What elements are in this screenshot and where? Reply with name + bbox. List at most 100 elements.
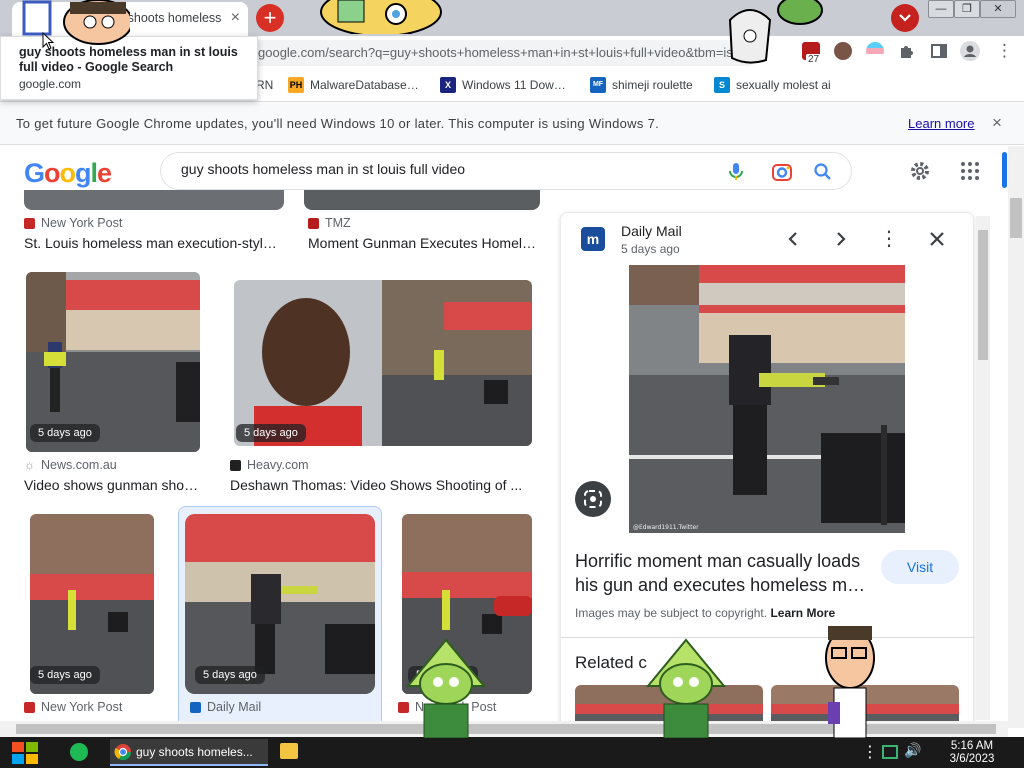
tab-close-icon[interactable]: × (231, 9, 240, 27)
result-caption[interactable]: Video shows gunman sho… (24, 477, 202, 493)
preview-title[interactable]: Horrific moment man casually loads his g… (575, 549, 875, 597)
dailymail-favicon-icon (190, 701, 201, 713)
cartoon-character-sticker[interactable] (318, 0, 444, 34)
close-preview-button[interactable] (925, 227, 949, 251)
tray-overflow-icon[interactable]: ⋮ (862, 742, 878, 762)
network-icon[interactable] (882, 745, 898, 759)
spotify-taskbar-icon[interactable] (70, 743, 88, 761)
bookmark-mf-icon: MF (590, 77, 606, 93)
chrome-logo-icon (114, 744, 132, 761)
result-date-badge: 5 days ago (236, 424, 306, 442)
bookmark-shimeji-roulette[interactable]: MF shimeji roulette (590, 76, 693, 94)
result-source[interactable]: New York Post (24, 216, 122, 230)
result-source[interactable]: New York Post (24, 700, 122, 714)
taskbar-chrome-label: guy shoots homeles... (136, 745, 253, 759)
google-search-input[interactable] (181, 161, 721, 177)
mouse-cursor-icon (42, 32, 54, 50)
profile-avatar-icon[interactable] (960, 41, 980, 61)
page-scrollbar-thumb[interactable] (1010, 198, 1022, 238)
cartoon-hank-sticker[interactable] (822, 622, 878, 738)
chevron-down-icon (899, 14, 911, 22)
bookmark-x-icon: X (440, 77, 456, 93)
image-preview-panel: m Daily Mail 5 days ago ⋮ @Edward1911.Tw… (560, 212, 975, 733)
infobar-learn-more-link[interactable]: Learn more (908, 116, 974, 131)
tmz-favicon-icon (308, 217, 319, 229)
result-thumbnail[interactable] (304, 190, 540, 210)
preview-image[interactable]: @Edward1911.Twitter (629, 265, 905, 533)
result-source[interactable]: Heavy.com (230, 458, 309, 472)
windows-taskbar: guy shoots homeles... ⋮ 🔊 5:16 AM 3/6/20… (0, 737, 1024, 768)
clock-time: 5:16 AM (950, 740, 994, 752)
bookmark-malwaredatabase[interactable]: PH MalwareDatabase… (288, 76, 419, 94)
divider (561, 637, 975, 638)
result-date-badge: 5 days ago (30, 424, 100, 442)
copyright-notice: Images may be subject to copyright. Lear… (575, 606, 836, 620)
chrome-menu-icon[interactable]: ⋮ (996, 41, 1013, 61)
new-tab-button[interactable]: + (256, 4, 284, 32)
settings-gear-icon[interactable] (909, 160, 931, 182)
preview-source[interactable]: Daily Mail (621, 223, 682, 239)
bookmark-molest-ai[interactable]: S sexually molest ai (714, 76, 831, 94)
related-heading: Related c (575, 653, 647, 672)
taskbar-clock[interactable]: 5:16 AM 3/6/2023 (942, 740, 1002, 766)
nypost-favicon-icon (24, 701, 35, 713)
account-indicator[interactable] (1002, 152, 1007, 188)
lens-visual-search-button[interactable] (575, 481, 611, 517)
bookmark-ph-icon: PH (288, 77, 304, 93)
result-source[interactable]: ☼ News.com.au (24, 458, 117, 472)
dailymail-logo-icon: m (581, 227, 605, 251)
copyright-learn-more-link[interactable]: Learn More (770, 606, 835, 620)
result-thumbnail[interactable] (24, 190, 284, 210)
preview-scrollbar[interactable] (976, 216, 990, 720)
side-panel-icon[interactable] (930, 42, 948, 60)
search-icon[interactable] (813, 162, 833, 182)
google-logo-letter: e (97, 158, 112, 188)
result-thumbnail-mugshot-composite[interactable] (234, 280, 532, 446)
update-infobar: To get future Google Chrome updates, you… (0, 103, 1024, 145)
extension-flag-icon[interactable] (866, 42, 884, 60)
extension-avatar-icon[interactable] (834, 42, 852, 60)
result-source[interactable]: TMZ (308, 216, 351, 230)
maximize-button[interactable]: ❐ (954, 0, 980, 18)
google-logo[interactable]: Google (24, 158, 112, 189)
taskbar-chrome-window[interactable]: guy shoots homeles... (110, 739, 268, 766)
google-logo-letter: g (75, 158, 91, 188)
browser-titlebar: guy shoots homeless man in st louis full… (0, 0, 1024, 36)
close-icon (930, 232, 944, 246)
result-caption[interactable]: St. Louis homeless man execution-styl… (24, 235, 282, 251)
previous-image-button[interactable] (781, 227, 805, 251)
extensions-puzzle-icon[interactable] (898, 42, 916, 60)
nypost-favicon-icon (24, 217, 35, 229)
clock-date: 3/6/2023 (949, 753, 995, 765)
result-date-badge: 5 days ago (30, 666, 100, 684)
minimize-button[interactable]: — (928, 0, 954, 18)
result-caption[interactable]: Moment Gunman Executes Homel… (308, 235, 538, 251)
newscomau-favicon-icon: ☼ (24, 458, 35, 472)
volume-icon[interactable]: 🔊 (904, 742, 921, 759)
tab-search-button[interactable] (891, 4, 919, 32)
next-image-button[interactable] (829, 227, 853, 251)
visit-button[interactable]: Visit (881, 550, 959, 584)
lens-search-icon[interactable] (771, 162, 793, 182)
infobar-close-icon[interactable]: × (992, 113, 1002, 133)
result-source[interactable]: Daily Mail (190, 700, 261, 714)
lens-icon (584, 490, 602, 508)
bookmark-windows11[interactable]: X Windows 11 Dow… (440, 76, 566, 94)
result-date-badge: 5 days ago (195, 666, 265, 684)
more-options-icon[interactable]: ⋮ (877, 227, 901, 251)
google-apps-icon[interactable] (960, 161, 980, 181)
cartoon-peridot-sticker[interactable] (404, 636, 488, 738)
cartoon-bag-sticker[interactable] (720, 0, 824, 66)
bookmark-rn[interactable]: RN (256, 76, 273, 94)
google-search-box[interactable] (160, 152, 852, 190)
voice-search-icon[interactable] (727, 162, 745, 182)
cartoon-hank-head-sticker[interactable] (20, 0, 130, 48)
cartoon-peridot-sticker[interactable] (644, 636, 728, 738)
page-vertical-scrollbar[interactable] (1008, 146, 1024, 728)
result-caption[interactable]: Deshawn Thomas: Video Shows Shooting of … (230, 477, 534, 493)
start-button[interactable] (10, 740, 40, 766)
preview-scrollbar-thumb[interactable] (978, 230, 988, 360)
preview-date: 5 days ago (621, 242, 680, 256)
window-close-button[interactable]: ✕ (980, 0, 1016, 18)
file-explorer-icon[interactable] (280, 743, 298, 759)
